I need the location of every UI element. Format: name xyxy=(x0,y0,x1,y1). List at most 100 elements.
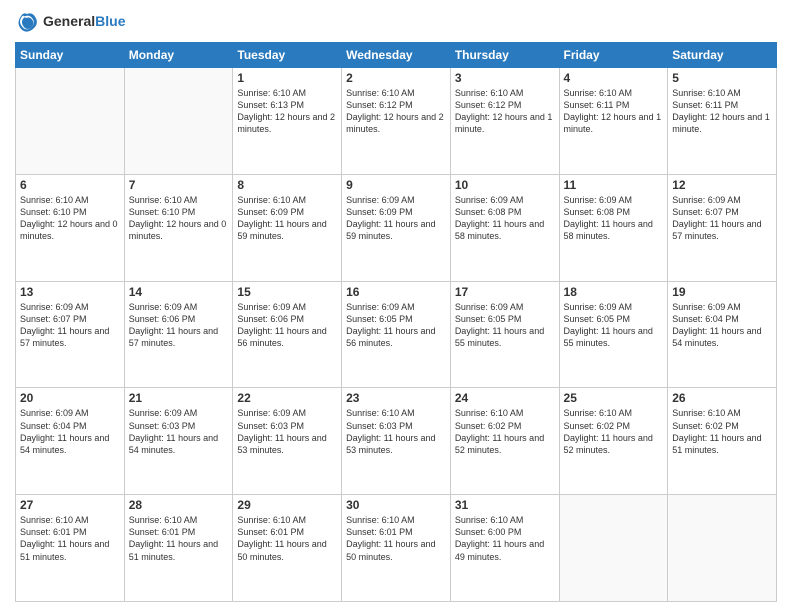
day-number: 15 xyxy=(237,285,337,299)
week-row-3: 13Sunrise: 6:09 AM Sunset: 6:07 PM Dayli… xyxy=(16,281,777,388)
week-row-4: 20 Sunrise: 6:09 AM Sunset: 6:04 PM Dayli… xyxy=(16,388,777,495)
day-number: 29 xyxy=(237,498,337,512)
calendar-cell: 17 Sunrise: 6:09 AM Sunset: 6:05 PM Dayli… xyxy=(450,281,559,388)
day-number: 21 xyxy=(129,391,229,405)
calendar-cell xyxy=(124,68,233,175)
day-info: Sunrise: 6:10 AM Sunset: 6:09 PM Dayligh… xyxy=(237,194,337,243)
calendar-cell xyxy=(559,495,668,602)
day-info: Sunrise: 6:10 AM Sunset: 6:01 PM Dayligh… xyxy=(237,514,337,563)
day-number: 23 xyxy=(346,391,446,405)
calendar-cell: 19 Sunrise: 6:09 AM Sunset: 6:04 PM Dayli… xyxy=(668,281,777,388)
col-header-tuesday: Tuesday xyxy=(233,43,342,68)
calendar-cell: 18 Sunrise: 6:09 AM Sunset: 6:05 PM Dayli… xyxy=(559,281,668,388)
day-number: 11 xyxy=(564,178,664,192)
day-number: 31 xyxy=(455,498,555,512)
day-number: 7 xyxy=(129,178,229,192)
day-number: 25 xyxy=(564,391,664,405)
day-info: Sunrise: 6:09 AM Sunset: 6:09 PM Dayligh… xyxy=(346,194,446,243)
calendar-cell: 2Sunrise: 6:10 AM Sunset: 6:12 PM Daylig… xyxy=(342,68,451,175)
calendar-cell: 1Sunrise: 6:10 AM Sunset: 6:13 PM Daylig… xyxy=(233,68,342,175)
day-info: Sunrise: 6:10 AM Sunset: 6:02 PM Dayligh… xyxy=(564,407,664,456)
week-row-5: 27 Sunrise: 6:10 AM Sunset: 6:01 PM Dayli… xyxy=(16,495,777,602)
day-number: 28 xyxy=(129,498,229,512)
calendar-cell: 11 Sunrise: 6:09 AM Sunset: 6:08 PM Dayli… xyxy=(559,174,668,281)
day-number: 3 xyxy=(455,71,555,85)
day-info: Sunrise: 6:09 AM Sunset: 6:05 PM Dayligh… xyxy=(455,301,555,350)
day-number: 24 xyxy=(455,391,555,405)
day-info: Sunrise: 6:09 AM Sunset: 6:05 PM Dayligh… xyxy=(346,301,446,350)
logo: GeneralBlue xyxy=(15,10,125,34)
day-number: 12 xyxy=(672,178,772,192)
col-header-sunday: Sunday xyxy=(16,43,125,68)
calendar-cell: 7 Sunrise: 6:10 AM Sunset: 6:10 PM Daylig… xyxy=(124,174,233,281)
calendar-cell: 13Sunrise: 6:09 AM Sunset: 6:07 PM Dayli… xyxy=(16,281,125,388)
day-info: Sunrise: 6:09 AM Sunset: 6:04 PM Dayligh… xyxy=(20,407,120,456)
day-info: Sunrise: 6:10 AM Sunset: 6:01 PM Dayligh… xyxy=(346,514,446,563)
day-info: Sunrise: 6:09 AM Sunset: 6:03 PM Dayligh… xyxy=(237,407,337,456)
day-info: Sunrise: 6:09 AM Sunset: 6:05 PM Dayligh… xyxy=(564,301,664,350)
logo-icon xyxy=(15,10,39,34)
day-number: 6 xyxy=(20,178,120,192)
day-info: Sunrise: 6:10 AM Sunset: 6:11 PM Dayligh… xyxy=(672,87,772,136)
calendar-cell xyxy=(668,495,777,602)
calendar-cell: 24 Sunrise: 6:10 AM Sunset: 6:02 PM Dayli… xyxy=(450,388,559,495)
day-info: Sunrise: 6:09 AM Sunset: 6:03 PM Dayligh… xyxy=(129,407,229,456)
calendar-cell: 14 Sunrise: 6:09 AM Sunset: 6:06 PM Dayli… xyxy=(124,281,233,388)
col-header-wednesday: Wednesday xyxy=(342,43,451,68)
calendar-cell: 9 Sunrise: 6:09 AM Sunset: 6:09 PM Daylig… xyxy=(342,174,451,281)
day-info: Sunrise: 6:10 AM Sunset: 6:02 PM Dayligh… xyxy=(455,407,555,456)
day-number: 2 xyxy=(346,71,446,85)
col-header-saturday: Saturday xyxy=(668,43,777,68)
day-info: Sunrise: 6:10 AM Sunset: 6:01 PM Dayligh… xyxy=(20,514,120,563)
calendar-cell: 5 Sunrise: 6:10 AM Sunset: 6:11 PM Daylig… xyxy=(668,68,777,175)
logo-text: GeneralBlue xyxy=(43,14,125,29)
col-header-thursday: Thursday xyxy=(450,43,559,68)
day-info: Sunrise: 6:10 AM Sunset: 6:01 PM Dayligh… xyxy=(129,514,229,563)
day-info: Sunrise: 6:09 AM Sunset: 6:06 PM Dayligh… xyxy=(237,301,337,350)
calendar-cell: 27 Sunrise: 6:10 AM Sunset: 6:01 PM Dayli… xyxy=(16,495,125,602)
day-number: 19 xyxy=(672,285,772,299)
day-info: Sunrise: 6:09 AM Sunset: 6:07 PM Dayligh… xyxy=(672,194,772,243)
day-number: 16 xyxy=(346,285,446,299)
day-info: Sunrise: 6:09 AM Sunset: 6:08 PM Dayligh… xyxy=(564,194,664,243)
day-number: 30 xyxy=(346,498,446,512)
calendar-cell: 15 Sunrise: 6:09 AM Sunset: 6:06 PM Dayli… xyxy=(233,281,342,388)
calendar-cell: 20 Sunrise: 6:09 AM Sunset: 6:04 PM Dayli… xyxy=(16,388,125,495)
day-number: 4 xyxy=(564,71,664,85)
day-info: Sunrise: 6:10 AM Sunset: 6:12 PM Dayligh… xyxy=(455,87,555,136)
calendar-cell: 25 Sunrise: 6:10 AM Sunset: 6:02 PM Dayli… xyxy=(559,388,668,495)
calendar-cell: 28 Sunrise: 6:10 AM Sunset: 6:01 PM Dayli… xyxy=(124,495,233,602)
calendar-cell: 29 Sunrise: 6:10 AM Sunset: 6:01 PM Dayli… xyxy=(233,495,342,602)
col-header-monday: Monday xyxy=(124,43,233,68)
calendar-cell: 26 Sunrise: 6:10 AM Sunset: 6:02 PM Dayli… xyxy=(668,388,777,495)
page-header: GeneralBlue xyxy=(15,10,777,34)
day-info: Sunrise: 6:10 AM Sunset: 6:02 PM Dayligh… xyxy=(672,407,772,456)
day-number: 1 xyxy=(237,71,337,85)
day-info: Sunrise: 6:09 AM Sunset: 6:06 PM Dayligh… xyxy=(129,301,229,350)
calendar-cell: 23 Sunrise: 6:10 AM Sunset: 6:03 PM Dayli… xyxy=(342,388,451,495)
day-number: 10 xyxy=(455,178,555,192)
calendar-cell: 21 Sunrise: 6:09 AM Sunset: 6:03 PM Dayli… xyxy=(124,388,233,495)
calendar-cell: 8 Sunrise: 6:10 AM Sunset: 6:09 PM Daylig… xyxy=(233,174,342,281)
day-number: 17 xyxy=(455,285,555,299)
calendar-cell: 22Sunrise: 6:09 AM Sunset: 6:03 PM Dayli… xyxy=(233,388,342,495)
day-info: Sunrise: 6:10 AM Sunset: 6:03 PM Dayligh… xyxy=(346,407,446,456)
day-number: 9 xyxy=(346,178,446,192)
calendar-cell: 30 Sunrise: 6:10 AM Sunset: 6:01 PM Dayli… xyxy=(342,495,451,602)
day-number: 14 xyxy=(129,285,229,299)
day-info: Sunrise: 6:10 AM Sunset: 6:10 PM Dayligh… xyxy=(129,194,229,243)
day-number: 26 xyxy=(672,391,772,405)
day-info: Sunrise: 6:10 AM Sunset: 6:11 PM Dayligh… xyxy=(564,87,664,136)
day-number: 27 xyxy=(20,498,120,512)
day-number: 18 xyxy=(564,285,664,299)
day-info: Sunrise: 6:09 AM Sunset: 6:04 PM Dayligh… xyxy=(672,301,772,350)
calendar-cell: 6 Sunrise: 6:10 AM Sunset: 6:10 PM Daylig… xyxy=(16,174,125,281)
day-info: Sunrise: 6:10 AM Sunset: 6:10 PM Dayligh… xyxy=(20,194,120,243)
day-number: 8 xyxy=(237,178,337,192)
day-number: 5 xyxy=(672,71,772,85)
day-number: 20 xyxy=(20,391,120,405)
calendar-table: SundayMondayTuesdayWednesdayThursdayFrid… xyxy=(15,42,777,602)
calendar-cell: 31 Sunrise: 6:10 AM Sunset: 6:00 PM Dayli… xyxy=(450,495,559,602)
day-info: Sunrise: 6:10 AM Sunset: 6:00 PM Dayligh… xyxy=(455,514,555,563)
day-info: Sunrise: 6:09 AM Sunset: 6:08 PM Dayligh… xyxy=(455,194,555,243)
